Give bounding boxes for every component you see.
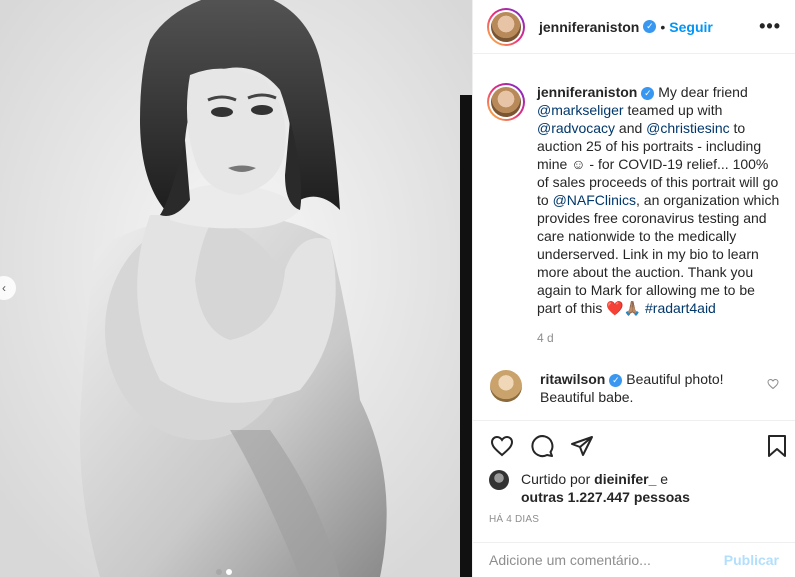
share-icon[interactable] (569, 434, 595, 458)
action-bar (489, 432, 789, 460)
comment-text: ritawilson ✓ Beautiful photo! Beautiful b… (540, 371, 724, 405)
mention-link[interactable]: @markseliger (537, 102, 624, 118)
divider (473, 420, 795, 421)
verified-icon: ✓ (609, 373, 623, 387)
likes-summary: Curtido por dieinifer_ e outras 1.227.44… (489, 470, 690, 506)
bookmark-icon[interactable] (765, 433, 789, 459)
liker-avatar[interactable] (489, 470, 509, 490)
post-sidebar: jenniferaniston ✓ • Seguir ••• jennifera… (472, 0, 795, 577)
verified-icon: ✓ (643, 20, 657, 33)
verified-icon: ✓ (641, 86, 655, 100)
more-options-icon[interactable]: ••• (759, 16, 781, 37)
author-username[interactable]: jenniferaniston (539, 19, 639, 35)
add-comment-bar: Publicar (473, 542, 795, 577)
caption-text: jenniferaniston ✓ My dear friend @marksel… (537, 84, 780, 345)
heart-icon[interactable] (489, 434, 515, 458)
publish-button[interactable]: Publicar (724, 552, 779, 568)
caption-avatar[interactable] (487, 83, 525, 121)
chevron-left-icon: ‹ (2, 281, 6, 295)
author-avatar[interactable] (487, 7, 525, 46)
post-caption: jenniferaniston ✓ My dear friend @marksel… (487, 83, 781, 347)
separator-dot: • (660, 18, 666, 35)
photo-dark-edge (460, 95, 472, 577)
comment-item: ritawilson ✓ Beautiful photo! Beautiful b… (487, 370, 781, 406)
carousel-indicator (216, 569, 232, 575)
comment-input[interactable] (489, 552, 716, 568)
liker-username[interactable]: dieinifer_ (594, 471, 656, 487)
commenter-username[interactable]: ritawilson (540, 371, 605, 387)
post-timestamp[interactable]: HÁ 4 DIAS (489, 514, 539, 525)
hashtag-link[interactable]: #radart4aid (645, 300, 716, 316)
post-header: jenniferaniston ✓ • Seguir ••• (473, 0, 795, 54)
post-photo[interactable]: ‹ (0, 0, 472, 577)
commenter-avatar[interactable] (490, 370, 522, 402)
likes-count-link[interactable]: outras 1.227.447 pessoas (521, 489, 690, 505)
mention-link[interactable]: @NAFClinics (553, 192, 636, 208)
mention-link[interactable]: @radvocacy (537, 120, 615, 136)
comment-icon[interactable] (529, 434, 555, 458)
caption-age: 4 d (537, 331, 554, 345)
portrait-image (0, 0, 472, 577)
mention-link[interactable]: @christiesinc (646, 120, 729, 136)
carousel-dot-active (226, 569, 232, 575)
carousel-dot (216, 569, 222, 575)
caption-username[interactable]: jenniferaniston (537, 84, 637, 100)
comment-like-icon[interactable] (767, 378, 779, 390)
follow-button[interactable]: Seguir (669, 19, 713, 35)
